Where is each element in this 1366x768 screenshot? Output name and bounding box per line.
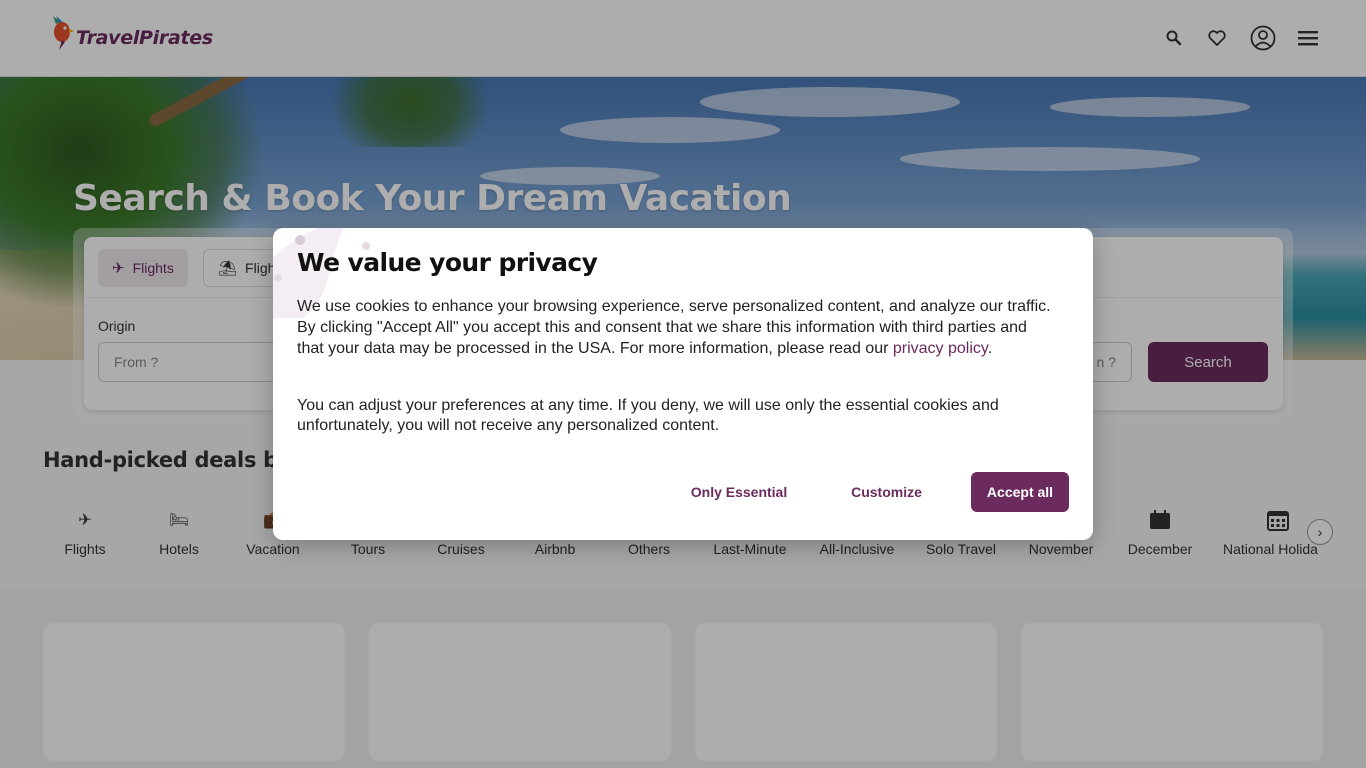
dialog-preferences-paragraph: You can adjust your preferences at any t… — [297, 397, 999, 434]
dialog-title: We value your privacy — [297, 248, 598, 277]
customize-button[interactable]: Customize — [838, 472, 935, 512]
cookie-consent-dialog: We value your privacy We use cookies to … — [273, 228, 1093, 540]
body-text: . — [987, 340, 993, 357]
only-essential-button[interactable]: Only Essential — [678, 472, 800, 512]
accept-all-button[interactable]: Accept all — [971, 472, 1069, 512]
privacy-policy-link[interactable]: privacy policy — [893, 340, 988, 357]
dialog-body-paragraph: We use cookies to enhance your browsing … — [297, 296, 1057, 359]
